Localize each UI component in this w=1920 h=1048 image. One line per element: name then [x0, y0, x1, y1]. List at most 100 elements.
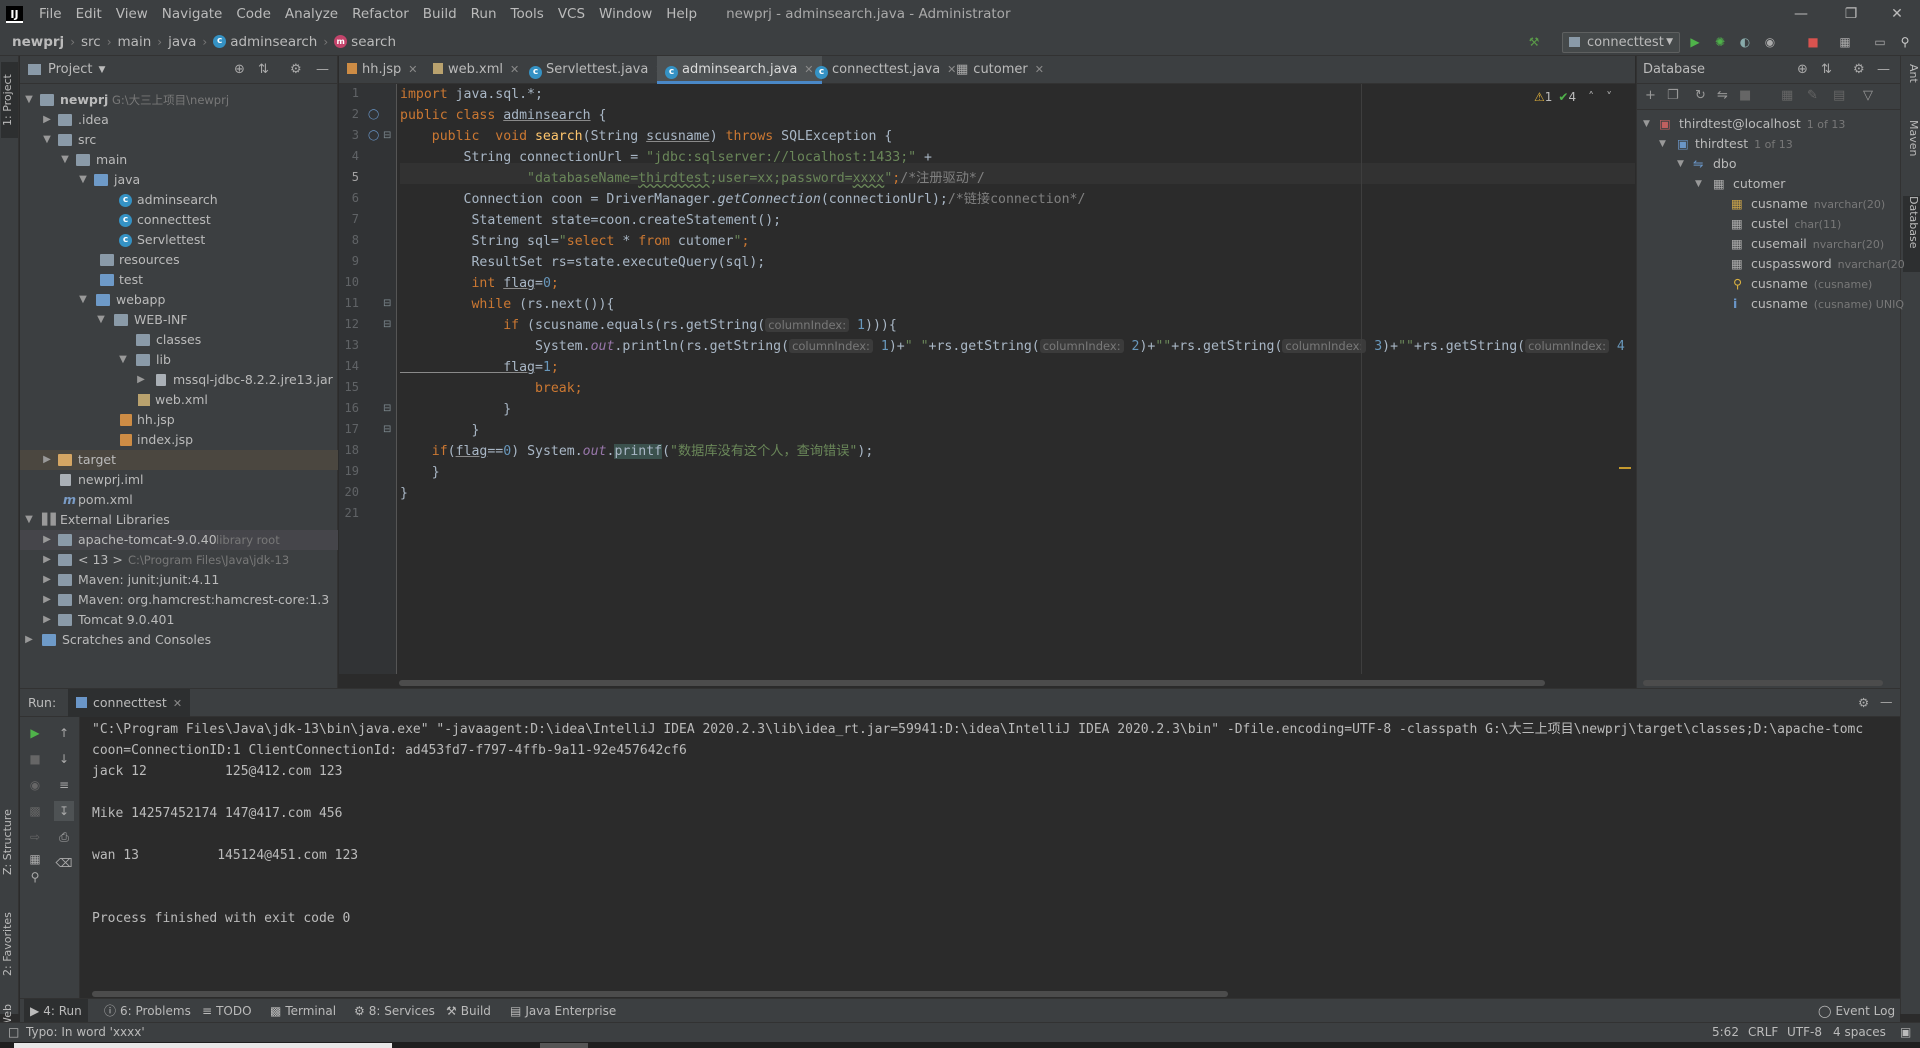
locate-icon[interactable]: ⊕ [234, 62, 245, 77]
project-tool-tab[interactable]: 1: Project [1, 62, 18, 138]
menu-window[interactable]: Window [592, 6, 659, 22]
breadcrumb-main[interactable]: main [118, 34, 152, 50]
close-tab-icon[interactable]: ✕ [1035, 63, 1044, 76]
tree-item-src[interactable]: ▼ src [20, 130, 338, 150]
close-tab-icon[interactable]: ✕ [408, 63, 417, 76]
fold-icon[interactable]: ⊟ [383, 424, 391, 435]
pin-icon[interactable]: ⚲ [25, 867, 45, 887]
rerun-icon[interactable]: ▶ [25, 723, 45, 743]
breadcrumb-method[interactable]: search [351, 34, 396, 50]
tree-item-scratches[interactable]: ▶ Scratches and Consoles [20, 630, 338, 650]
tree-item-newprj[interactable]: ▼ newprj G:\大三上项目\newprj [20, 90, 338, 110]
tree-item-index-jsp[interactable]: index.jsp [20, 430, 338, 450]
method-gutter-icon[interactable]: ◯ [368, 130, 379, 141]
lock-icon[interactable]: ▣ [1900, 1025, 1911, 1039]
restore-layout-icon[interactable]: ▩ [25, 801, 45, 821]
console-icon[interactable]: ▤ [1833, 88, 1845, 103]
locate-icon[interactable]: ⊕ [1797, 62, 1808, 77]
tab-event-log[interactable]: ◯ Event Log [1818, 999, 1895, 1023]
tree-item-resources[interactable]: resources [20, 250, 338, 270]
chevron-down-icon[interactable]: ▼ [24, 90, 34, 110]
chevron-down-icon[interactable]: ▼ [1677, 154, 1684, 174]
tab-build[interactable]: ⚒ Build [446, 999, 491, 1023]
tab-services[interactable]: ⚙ 8: Services [354, 999, 435, 1023]
status-layout-icon[interactable]: □ [8, 1025, 19, 1039]
chevron-right-icon[interactable]: ▶ [42, 570, 52, 590]
schema-icon[interactable]: ⇋ [1717, 88, 1728, 103]
tab-cutomer[interactable]: ▦ cutomer ✕ [956, 56, 1044, 84]
chevron-right-icon[interactable]: ▶ [42, 610, 52, 630]
db-horizontal-scrollbar[interactable] [1643, 680, 1883, 686]
chevron-down-icon[interactable]: ▼ [60, 150, 70, 170]
chevron-down-icon[interactable]: ▼ [98, 65, 105, 75]
breadcrumb-java[interactable]: java [168, 34, 196, 50]
run-tab-connecttest[interactable]: connecttest ✕ [68, 689, 191, 717]
indent-setting[interactable]: 4 spaces [1833, 1025, 1886, 1039]
chevron-right-icon[interactable]: ▶ [42, 530, 52, 550]
tree-item-iml[interactable]: newprj.iml [20, 470, 338, 490]
menu-file[interactable]: File [32, 6, 69, 22]
tree-item-idea[interactable]: ▶ .idea [20, 110, 338, 130]
profile-icon[interactable]: ◉ [1763, 35, 1777, 49]
arrow-up-icon[interactable]: ↑ [54, 723, 74, 743]
menu-navigate[interactable]: Navigate [155, 6, 230, 22]
menu-build[interactable]: Build [416, 6, 464, 22]
chevron-down-icon[interactable]: ▼ [42, 130, 52, 150]
tree-item-lib[interactable]: ▼ lib [20, 350, 338, 370]
hide-panel-icon[interactable]: — [316, 62, 329, 77]
build-hammer-icon[interactable]: ⚒ [1527, 35, 1541, 49]
chevron-down-icon[interactable]: ▼ [96, 310, 106, 330]
minimize-icon[interactable]: — [1776, 0, 1826, 28]
code-area[interactable]: import java.sql.*; public class adminsea… [400, 84, 1635, 674]
tab-terminal[interactable]: ▩ Terminal [270, 999, 336, 1023]
close-tab-icon[interactable]: ✕ [510, 63, 519, 76]
caret-position[interactable]: 5:62 [1712, 1025, 1739, 1039]
menu-view[interactable]: View [109, 6, 155, 22]
menu-analyze[interactable]: Analyze [278, 6, 345, 22]
inspection-widget[interactable]: ⚠1 ✔4 ˄ ˅ [1534, 90, 1612, 104]
menu-code[interactable]: Code [229, 6, 278, 22]
tab-web-xml[interactable]: web.xml ✕ [433, 56, 519, 84]
gear-icon[interactable]: ⚙ [1858, 695, 1869, 710]
chevron-down-icon[interactable]: ▼ [1695, 174, 1702, 194]
stop-icon[interactable]: ■ [1806, 35, 1820, 49]
close-tab-icon[interactable]: ✕ [947, 63, 956, 76]
tree-item-tomcat-lib[interactable]: ▶ Tomcat 9.0.401 [20, 610, 338, 630]
tab-run[interactable]: ▶ 4: Run [24, 999, 88, 1023]
chevron-down-icon[interactable]: ▼ [118, 350, 128, 370]
tree-item-main[interactable]: ▼ main [20, 150, 338, 170]
implemented-icon[interactable]: ◯ [368, 109, 379, 120]
chevron-down-icon[interactable]: ▼ [78, 170, 88, 190]
breadcrumb-class[interactable]: adminsearch [230, 34, 317, 50]
chevron-right-icon[interactable]: ▶ [42, 450, 52, 470]
chevron-right-icon[interactable]: ▶ [136, 370, 146, 390]
close-window-icon[interactable]: ✕ [1872, 0, 1920, 28]
line-separator[interactable]: CRLF [1748, 1025, 1778, 1039]
tree-item-connecttest[interactable]: c connecttest [20, 210, 338, 230]
breadcrumb-src[interactable]: src [81, 34, 101, 50]
table-icon[interactable]: ▦ [1781, 88, 1793, 103]
tab-hh-jsp[interactable]: hh.jsp ✕ [347, 56, 417, 84]
exit-icon[interactable]: ⇨ [25, 827, 45, 847]
add-icon[interactable]: + [1645, 88, 1656, 103]
chevron-right-icon[interactable]: ▶ [42, 590, 52, 610]
gear-icon[interactable]: ⚙ [290, 62, 302, 77]
chevron-down-icon[interactable]: ▼ [78, 290, 88, 310]
tree-item-pom[interactable]: m pom.xml [20, 490, 338, 510]
menu-help[interactable]: Help [659, 6, 704, 22]
tree-item-tomcat[interactable]: ▶ apache-tomcat-9.0.40 library root [20, 530, 338, 550]
menu-edit[interactable]: Edit [69, 6, 109, 22]
taskbar-search[interactable] [14, 1043, 392, 1048]
camera-icon[interactable]: ◉ [25, 775, 45, 795]
console-output[interactable]: "C:\Program Files\Java\jdk-13\bin\java.e… [92, 717, 1900, 987]
search-icon[interactable]: ⚲ [1898, 35, 1912, 49]
menu-run[interactable]: Run [464, 6, 504, 22]
stop-icon[interactable]: ■ [1739, 88, 1751, 103]
fold-icon[interactable]: ⊟ [383, 319, 391, 330]
tree-item-test[interactable]: test [20, 270, 338, 290]
layout-icon[interactable]: ▦ [25, 849, 45, 869]
console-horizontal-scrollbar[interactable] [92, 991, 1228, 997]
database-tool-tab[interactable]: Database [1903, 196, 1920, 272]
menu-refactor[interactable]: Refactor [345, 6, 416, 22]
refresh-icon[interactable]: ↻ [1695, 88, 1706, 103]
